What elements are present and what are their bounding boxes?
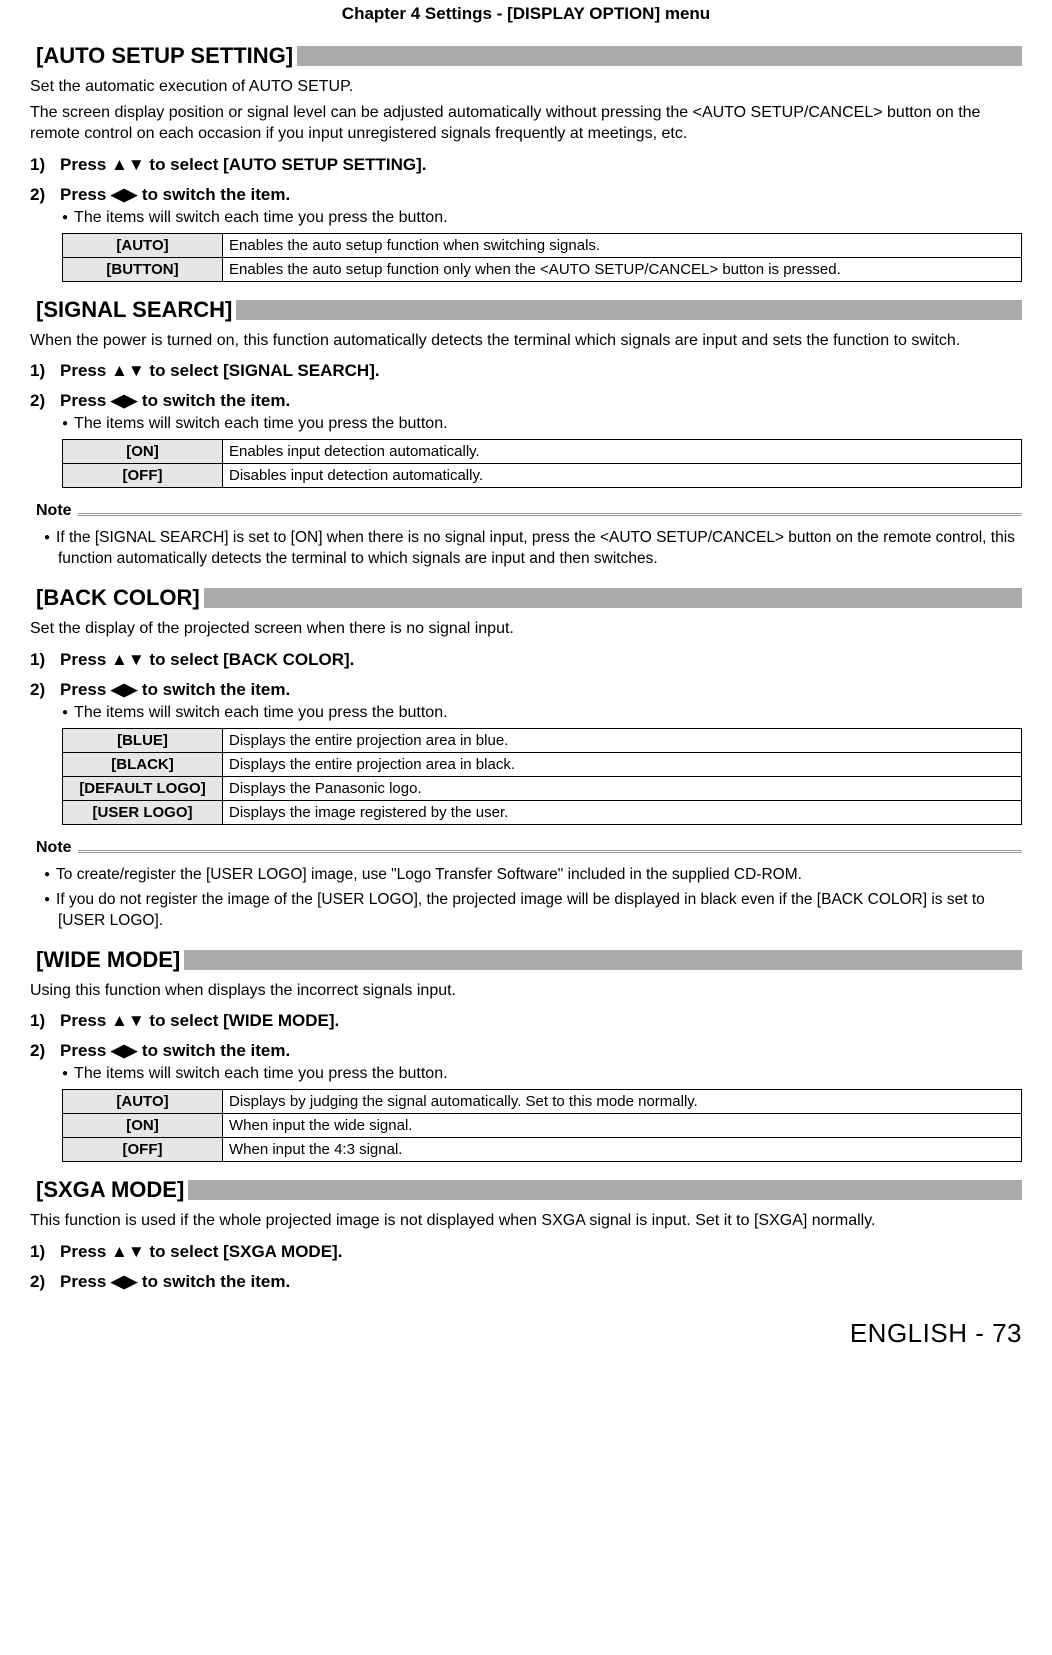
- table-row: [BLACK]Displays the entire projection ar…: [63, 752, 1022, 776]
- section-auto-setup-setting: [AUTO SETUP SETTING]: [30, 42, 1022, 70]
- signal-search-desc: When the power is turned on, this functi…: [30, 330, 1022, 352]
- step-text: Press ▲▼ to select [WIDE MODE].: [60, 1011, 339, 1030]
- step-bullet: The items will switch each time you pres…: [62, 415, 1022, 433]
- step-1: 1)Press ▲▼ to select [BACK COLOR].: [30, 650, 1022, 670]
- page-footer: ENGLISH - 73: [30, 1318, 1022, 1349]
- note-heading: Note: [30, 502, 1022, 524]
- auto-setup-desc-2: The screen display position or signal le…: [30, 102, 1022, 145]
- opt-key: [OFF]: [63, 1138, 223, 1162]
- page-header: Chapter 4 Settings - [DISPLAY OPTION] me…: [30, 0, 1022, 28]
- opt-key: [USER LOGO]: [63, 800, 223, 824]
- note-label: Note: [30, 502, 78, 520]
- step-2: 2)Press ◀▶ to switch the item.: [30, 185, 1022, 205]
- step-1: 1)Press ▲▼ to select [SXGA MODE].: [30, 1242, 1022, 1262]
- section-wide-mode: [WIDE MODE]: [30, 946, 1022, 974]
- step-text: Press ◀▶ to switch the item.: [60, 680, 290, 699]
- opt-val: Enables the auto setup function only whe…: [223, 257, 1022, 281]
- note-bullet: If the [SIGNAL SEARCH] is set to [ON] wh…: [44, 528, 1022, 570]
- back-color-table: [BLUE]Displays the entire projection are…: [62, 728, 1022, 825]
- table-row: [AUTO]Displays by judging the signal aut…: [63, 1090, 1022, 1114]
- signal-search-table: [ON]Enables input detection automaticall…: [62, 439, 1022, 488]
- table-row: [OFF]When input the 4:3 signal.: [63, 1138, 1022, 1162]
- opt-val: When input the 4:3 signal.: [223, 1138, 1022, 1162]
- table-row: [ON]Enables input detection automaticall…: [63, 440, 1022, 464]
- step-text: Press ◀▶ to switch the item.: [60, 185, 290, 204]
- opt-key: [BLUE]: [63, 728, 223, 752]
- opt-val: Displays the entire projection area in b…: [223, 728, 1022, 752]
- table-row: [USER LOGO]Displays the image registered…: [63, 800, 1022, 824]
- section-title: [AUTO SETUP SETTING]: [30, 42, 297, 70]
- step-text: Press ▲▼ to select [SXGA MODE].: [60, 1242, 342, 1261]
- opt-key: [DEFAULT LOGO]: [63, 776, 223, 800]
- table-row: [ON]When input the wide signal.: [63, 1114, 1022, 1138]
- section-title: [WIDE MODE]: [30, 946, 184, 974]
- step-text: Press ▲▼ to select [AUTO SETUP SETTING].: [60, 155, 427, 174]
- section-title: [SXGA MODE]: [30, 1176, 188, 1204]
- back-color-desc: Set the display of the projected screen …: [30, 618, 1022, 640]
- section-title: [BACK COLOR]: [30, 584, 204, 612]
- note-bullet: To create/register the [USER LOGO] image…: [44, 865, 1022, 886]
- step-text: Press ▲▼ to select [SIGNAL SEARCH].: [60, 361, 380, 380]
- opt-val: Displays the Panasonic logo.: [223, 776, 1022, 800]
- wide-mode-desc: Using this function when displays the in…: [30, 980, 1022, 1002]
- step-1: 1)Press ▲▼ to select [SIGNAL SEARCH].: [30, 361, 1022, 381]
- note-heading: Note: [30, 839, 1022, 861]
- opt-key: [ON]: [63, 1114, 223, 1138]
- step-bullet: The items will switch each time you pres…: [62, 1065, 1022, 1083]
- note-rule: [30, 850, 1022, 853]
- step-text: Press ◀▶ to switch the item.: [60, 1272, 290, 1291]
- opt-key: [AUTO]: [63, 233, 223, 257]
- step-2: 2)Press ◀▶ to switch the item.: [30, 680, 1022, 700]
- step-text: Press ◀▶ to switch the item.: [60, 1041, 290, 1060]
- sxga-mode-desc: This function is used if the whole proje…: [30, 1210, 1022, 1232]
- step-text: Press ◀▶ to switch the item.: [60, 391, 290, 410]
- table-row: [BUTTON]Enables the auto setup function …: [63, 257, 1022, 281]
- wide-mode-table: [AUTO]Displays by judging the signal aut…: [62, 1089, 1022, 1162]
- step-1: 1)Press ▲▼ to select [WIDE MODE].: [30, 1011, 1022, 1031]
- opt-val: When input the wide signal.: [223, 1114, 1022, 1138]
- opt-key: [BLACK]: [63, 752, 223, 776]
- step-2: 2)Press ◀▶ to switch the item.: [30, 1272, 1022, 1292]
- table-row: [DEFAULT LOGO]Displays the Panasonic log…: [63, 776, 1022, 800]
- step-2: 2)Press ◀▶ to switch the item.: [30, 391, 1022, 411]
- opt-val: Displays the entire projection area in b…: [223, 752, 1022, 776]
- section-title: [SIGNAL SEARCH]: [30, 296, 236, 324]
- step-bullet: The items will switch each time you pres…: [62, 209, 1022, 227]
- section-signal-search: [SIGNAL SEARCH]: [30, 296, 1022, 324]
- section-sxga-mode: [SXGA MODE]: [30, 1176, 1022, 1204]
- step-2: 2)Press ◀▶ to switch the item.: [30, 1041, 1022, 1061]
- opt-val: Displays the image registered by the use…: [223, 800, 1022, 824]
- section-back-color: [BACK COLOR]: [30, 584, 1022, 612]
- auto-setup-desc-1: Set the automatic execution of AUTO SETU…: [30, 76, 1022, 98]
- note-bullet: If you do not register the image of the …: [44, 890, 1022, 932]
- opt-val: Enables the auto setup function when swi…: [223, 233, 1022, 257]
- table-row: [OFF]Disables input detection automatica…: [63, 464, 1022, 488]
- opt-key: [BUTTON]: [63, 257, 223, 281]
- note-label: Note: [30, 839, 78, 857]
- note-rule: [30, 513, 1022, 516]
- step-bullet: The items will switch each time you pres…: [62, 704, 1022, 722]
- step-text: Press ▲▼ to select [BACK COLOR].: [60, 650, 354, 669]
- opt-val: Displays by judging the signal automatic…: [223, 1090, 1022, 1114]
- opt-key: [OFF]: [63, 464, 223, 488]
- table-row: [AUTO]Enables the auto setup function wh…: [63, 233, 1022, 257]
- opt-key: [ON]: [63, 440, 223, 464]
- opt-key: [AUTO]: [63, 1090, 223, 1114]
- step-1: 1)Press ▲▼ to select [AUTO SETUP SETTING…: [30, 155, 1022, 175]
- table-row: [BLUE]Displays the entire projection are…: [63, 728, 1022, 752]
- opt-val: Enables input detection automatically.: [223, 440, 1022, 464]
- opt-val: Disables input detection automatically.: [223, 464, 1022, 488]
- auto-setup-table: [AUTO]Enables the auto setup function wh…: [62, 233, 1022, 282]
